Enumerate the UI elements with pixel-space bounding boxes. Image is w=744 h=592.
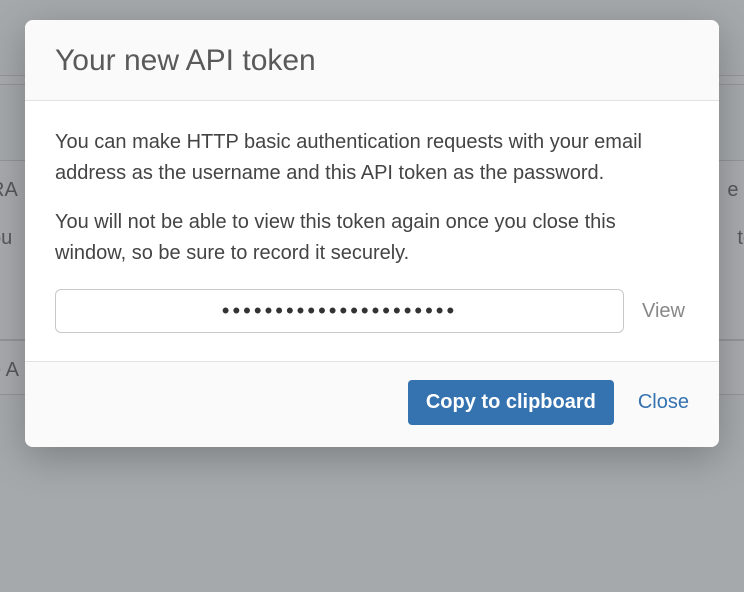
close-modal-link[interactable]: Close xyxy=(638,391,689,414)
copy-to-clipboard-button[interactable]: Copy to clipboard xyxy=(408,380,614,425)
api-token-modal: Your new API token You can make HTTP bas… xyxy=(25,20,719,447)
modal-header: Your new API token xyxy=(25,20,719,101)
modal-footer: Copy to clipboard Close xyxy=(25,361,719,447)
modal-body: You can make HTTP basic authentication r… xyxy=(25,101,719,361)
token-row: •••••••••••••••••••••• View xyxy=(55,289,689,333)
view-token-link[interactable]: View xyxy=(642,300,689,323)
modal-title: Your new API token xyxy=(55,44,689,78)
modal-description-1: You can make HTTP basic authentication r… xyxy=(55,127,689,189)
modal-description-2: You will not be able to view this token … xyxy=(55,207,689,269)
api-token-field[interactable]: •••••••••••••••••••••• xyxy=(55,289,624,333)
